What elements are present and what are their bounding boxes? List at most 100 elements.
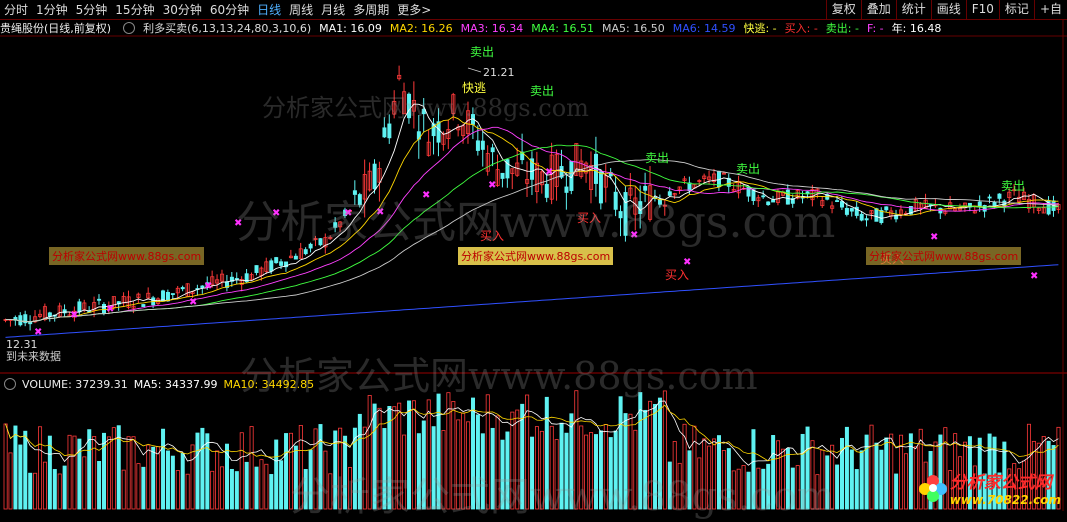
volume-bar [451,401,456,510]
volume-bar [215,450,220,510]
volume-bar [126,436,131,510]
volume-bar [825,455,830,510]
volume-bar [229,468,234,510]
volume-bar [57,473,62,510]
volume-bar [721,450,726,510]
candle-body [165,291,170,302]
volume-bar [28,472,33,510]
volume-bar [200,427,205,510]
volume-bar [466,421,471,510]
volume-bar [470,397,475,510]
volume-bar [18,444,23,510]
volume-bar [106,436,111,510]
volume-bar [156,446,161,510]
x-marker: ✖ [930,232,938,243]
volume-bar [121,469,126,510]
volume-bar [717,435,722,510]
volume-bar [269,474,274,510]
x-marker: ✖ [272,208,280,219]
candle-body [279,261,284,266]
volume-bar [731,470,736,510]
volume-bar [618,396,623,510]
volume-bar [377,407,382,510]
volume-bar [805,426,810,510]
volume-bar [598,430,603,510]
sell-signal: 卖出 [1001,179,1025,193]
volume-value: VOLUME: 37239.31 [22,377,128,391]
volume-bar [313,428,318,510]
volume-bar [97,461,102,510]
candle-body [874,208,879,222]
candle-body [303,249,308,255]
candle-body [687,182,692,192]
volume-bar [475,414,480,510]
volume-bar [161,428,166,510]
candle-body [47,312,52,317]
volume-bar [623,413,628,510]
future-data-label: 到未来数据 [6,349,61,363]
volume-bar [52,469,57,510]
candle-body [269,260,274,272]
volume-bar [534,426,539,510]
volume-bar [8,452,13,510]
candle-body [992,201,997,207]
volume-bar [515,409,520,510]
volume-bar [741,465,746,510]
volume-bar [766,463,771,510]
x-marker: ✖ [106,304,114,315]
volume-bar [603,424,608,510]
high-price-label: 21.21 [483,66,515,79]
volume-bar [894,473,899,510]
settings-dot-icon[interactable] [4,378,16,390]
volume-bar [672,441,677,510]
volume-bar [382,428,387,510]
volume-bar [259,459,264,510]
volume-bar [323,450,328,510]
volume-bar [151,446,156,510]
candle-body [436,121,441,143]
volume-ma5: MA5: 34337.99 [133,377,218,391]
candle-body [643,185,648,191]
candle-body [500,172,505,179]
candle-body [490,147,495,153]
volume-bar [815,474,820,510]
candle-body [987,196,992,199]
watermark-badge-2: 分析家公式网www.88gs.com [458,247,614,265]
buy-signal: 买入 [577,211,601,225]
candle-body [613,191,618,210]
volume-bar [338,427,343,510]
volume-bar [544,396,549,510]
volume-bar [308,449,313,510]
volume-bar [628,413,633,510]
volume-bar [392,406,397,510]
volume-bar [42,461,47,510]
volume-bar [141,466,146,510]
volume-bar [849,449,854,510]
volume-bar [180,452,185,510]
candle-body [180,287,185,290]
volume-bar [820,449,825,510]
candle-body [293,255,298,260]
volume-bar [175,470,180,510]
candle-body [884,206,889,211]
candle-body [475,140,480,151]
volume-bar [347,467,352,510]
high-price-pointer [467,67,482,73]
sell-signal: 卖出 [470,45,494,59]
volume-bar [712,438,717,510]
volume-bar [318,424,323,510]
volume-info-bar: VOLUME: 37239.31 MA5: 34337.99 MA10: 344… [0,377,320,391]
candle-body [141,304,146,307]
volume-bar [736,468,741,510]
volume-bar [82,456,87,510]
buy-signal: 买入 [480,229,504,243]
volume-bar [357,413,362,510]
candle-body [982,205,987,212]
candle-body [805,191,810,194]
x-marker: ✖ [630,230,638,241]
volume-bar [810,440,815,510]
candle-body [234,278,239,280]
candle-body [879,210,884,224]
volume-bar [146,444,151,510]
x-marker: ✖ [234,218,242,229]
